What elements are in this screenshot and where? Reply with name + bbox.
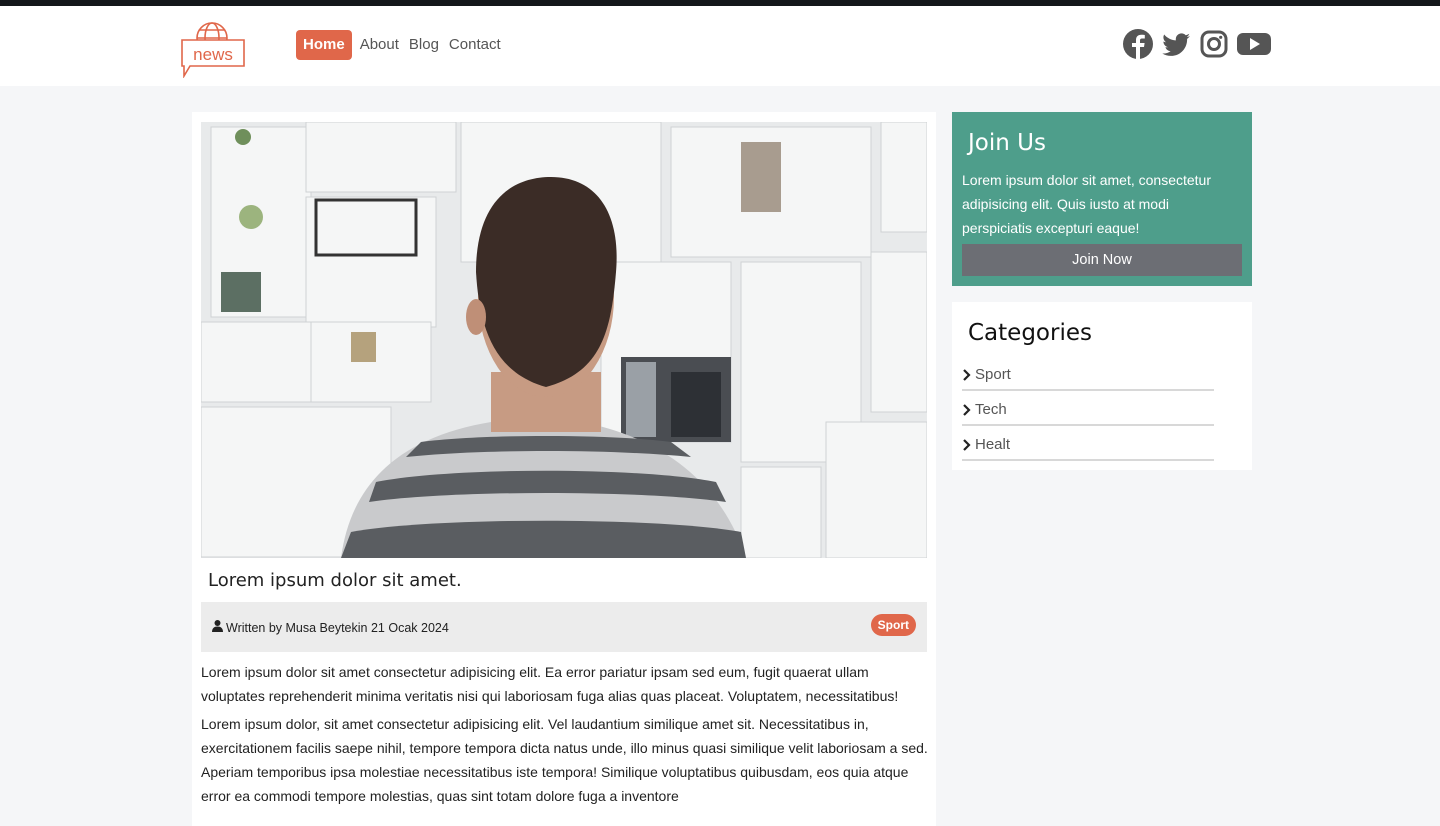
category-item-healt[interactable]: Healt	[962, 426, 1214, 461]
join-us-card: Join Us Lorem ipsum dolor sit amet, cons…	[952, 112, 1252, 286]
svg-text:news: news	[193, 45, 233, 64]
article-title[interactable]: Lorem ipsum dolor sit amet.	[208, 570, 462, 591]
author-line: Written by Musa Beytekin 21 Ocak 2024	[212, 620, 449, 635]
youtube-icon[interactable]	[1236, 28, 1271, 60]
category-item-tech[interactable]: Tech	[962, 391, 1214, 426]
user-icon	[212, 620, 223, 635]
nav-contact[interactable]: Contact	[447, 30, 503, 60]
article-meta-bar: Written by Musa Beytekin 21 Ocak 2024 Sp…	[201, 602, 927, 652]
categories-list: Sport Tech Healt	[962, 356, 1214, 461]
nav-home[interactable]: Home	[296, 30, 352, 60]
chevron-right-icon	[962, 438, 972, 452]
join-us-title: Join Us	[968, 130, 1046, 156]
categories-title: Categories	[968, 320, 1092, 346]
instagram-icon[interactable]	[1198, 28, 1230, 60]
categories-card: Categories Sport Tech Healt	[952, 302, 1252, 470]
article-card: Lorem ipsum dolor sit amet. Written by M…	[192, 112, 936, 826]
main-nav: Home About Blog Contact	[296, 30, 503, 60]
nav-about[interactable]: About	[358, 30, 401, 60]
category-label: Healt	[975, 436, 1011, 453]
article-paragraph: Lorem ipsum dolor, sit amet consectetur …	[201, 716, 928, 804]
article-hero-image[interactable]	[201, 122, 927, 558]
category-label: Tech	[975, 401, 1007, 418]
social-links	[1122, 28, 1271, 60]
nav-blog[interactable]: Blog	[407, 30, 441, 60]
facebook-icon[interactable]	[1122, 28, 1154, 60]
category-badge[interactable]: Sport	[870, 614, 916, 636]
category-item-sport[interactable]: Sport	[962, 356, 1214, 391]
news-logo[interactable]: news	[178, 14, 248, 79]
join-now-button[interactable]: Join Now	[962, 244, 1242, 276]
twitter-icon[interactable]	[1160, 28, 1192, 60]
site-header: news Home About Blog Contact	[0, 6, 1440, 86]
chevron-right-icon	[962, 403, 972, 417]
article-body: Lorem ipsum dolor sit amet consectetur a…	[201, 660, 931, 812]
chevron-right-icon	[962, 368, 972, 382]
article-paragraph: Lorem ipsum dolor sit amet consectetur a…	[201, 664, 899, 704]
category-label: Sport	[975, 366, 1011, 383]
join-us-text: Lorem ipsum dolor sit amet, consectetur …	[962, 172, 1211, 236]
author-text: Written by Musa Beytekin 21 Ocak 2024	[226, 620, 449, 635]
